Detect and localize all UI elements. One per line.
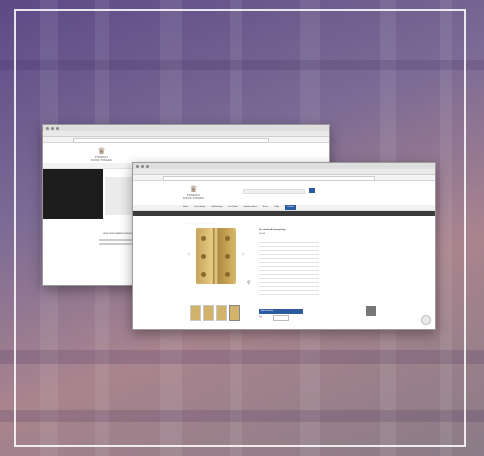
hero-tagline: HIGH PERFORMANCE HINGES <box>103 233 133 235</box>
nav-item-fire-rated[interactable]: Fire Rated <box>228 205 237 210</box>
nav-item-stainless[interactable]: Stainless Steel <box>244 205 257 210</box>
nav-item-door-hinges[interactable]: Door Hinges <box>194 205 205 210</box>
qty-label: Qty <box>259 316 263 318</box>
product-thumbnail[interactable] <box>216 305 227 321</box>
site-logo[interactable]: ♛ PHOENIX DOOR HINGES <box>183 184 205 201</box>
hinge-knuckle <box>213 228 219 284</box>
search-input[interactable] <box>243 189 305 194</box>
maximize-icon[interactable] <box>146 164 149 168</box>
nav-item-home[interactable]: Home <box>183 205 188 210</box>
nav-item-trade[interactable]: Trade <box>274 205 279 210</box>
prev-image-arrow-icon[interactable]: ‹ <box>188 252 190 258</box>
address-bar[interactable] <box>43 137 329 143</box>
hero-image <box>43 169 103 219</box>
screw-hole <box>201 272 206 277</box>
screw-hole <box>225 272 230 277</box>
screw-hole <box>225 236 230 241</box>
product-swatch[interactable] <box>366 306 376 316</box>
minimize-icon[interactable] <box>141 164 144 168</box>
screw-hole <box>201 254 206 259</box>
add-to-basket-button[interactable]: Add to basket <box>259 309 303 314</box>
screw-hole <box>201 236 206 241</box>
close-icon[interactable] <box>136 164 139 168</box>
product-price: £00.00 <box>259 233 266 235</box>
zoom-icon[interactable]: ⚲ <box>247 280 251 286</box>
breadcrumb[interactable]: Home / Fire Rated Ball Bearing Hinge <box>133 223 216 225</box>
nav-item-brass[interactable]: Brass <box>263 205 268 210</box>
close-icon[interactable] <box>46 126 49 130</box>
spec-row <box>259 291 319 295</box>
url-field[interactable] <box>163 176 375 181</box>
browser-window-front: ♛ PHOENIX DOOR HINGES Home Door Hinges B… <box>132 162 436 330</box>
nav-item-ball-bearing[interactable]: Ball Bearing <box>211 205 222 210</box>
nav-item-contact[interactable]: Contact <box>285 205 297 210</box>
product-thumbnail[interactable] <box>203 305 214 321</box>
screw-hole <box>225 254 230 259</box>
product-thumbnail[interactable] <box>190 305 201 321</box>
brand-sub: DOOR HINGES <box>183 197 205 200</box>
url-field[interactable] <box>73 138 269 143</box>
product-thumbnail[interactable] <box>229 305 240 321</box>
product-title: Fire rated ball bearing hinge <box>259 229 286 231</box>
site-logo[interactable]: ♛ PHOENIX DOOR HINGES <box>91 146 113 163</box>
minimize-icon[interactable] <box>51 126 54 130</box>
product-image-hinge[interactable] <box>196 228 236 284</box>
crown-icon: ♛ <box>189 184 198 194</box>
brand-sub: DOOR HINGES <box>91 159 113 162</box>
spec-table <box>259 239 319 295</box>
breadcrumb-bar: Home / Fire Rated Ball Bearing Hinge <box>133 211 435 225</box>
search-button[interactable] <box>309 188 315 193</box>
address-bar[interactable] <box>133 175 435 181</box>
next-image-arrow-icon[interactable]: › <box>242 252 244 258</box>
recaptcha-icon <box>421 315 431 325</box>
crown-icon: ♛ <box>97 146 106 156</box>
quantity-stepper[interactable] <box>273 315 289 321</box>
maximize-icon[interactable] <box>56 126 59 130</box>
